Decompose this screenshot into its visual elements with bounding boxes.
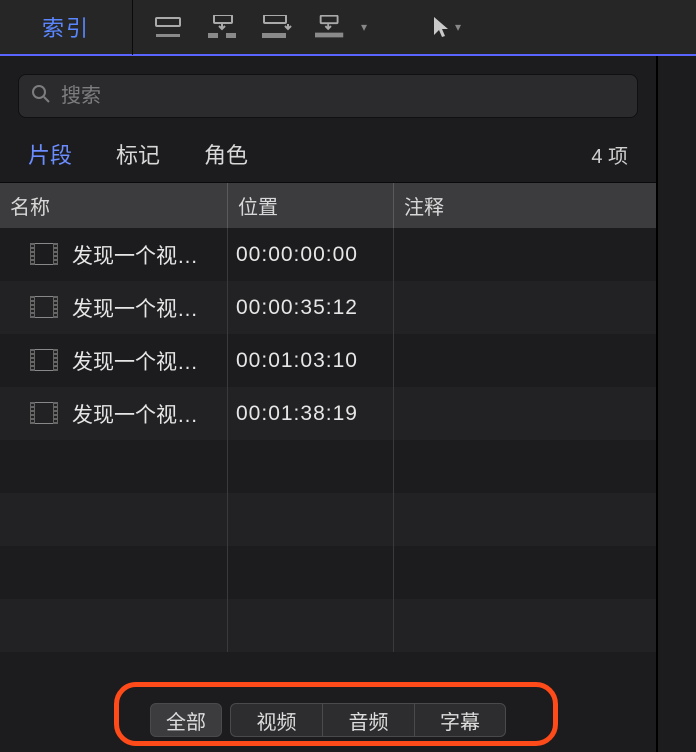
table-row[interactable]: 发现一个视… 00:01:03:10 [0, 334, 656, 387]
table-row-empty [0, 599, 656, 652]
insert-clip-icon[interactable] [207, 12, 239, 42]
tab-markers[interactable]: 标记 [116, 138, 160, 170]
chevron-down-icon[interactable]: ▾ [361, 20, 367, 34]
filter-segment: 全部 视频 音频 字幕 [150, 703, 506, 737]
index-button[interactable]: 索引 [0, 11, 132, 43]
clip-icon [30, 243, 58, 267]
clip-position: 00:00:00:00 [236, 243, 358, 267]
clip-position: 00:01:38:19 [236, 402, 358, 426]
tab-clips[interactable]: 片段 [28, 138, 72, 170]
clip-icon [30, 296, 58, 320]
table-row-empty [0, 440, 656, 493]
filter-audio-button[interactable]: 音频 [322, 703, 414, 737]
tab-row: 片段 标记 角色 4 项 [0, 126, 656, 182]
filter-all-button[interactable]: 全部 [150, 703, 222, 737]
filter-subtitle-button[interactable]: 字幕 [414, 703, 506, 737]
toolbar-icon-group: ▾ ▾ [133, 12, 461, 42]
footer: 全部 视频 音频 字幕 [0, 688, 656, 752]
connect-clip-icon[interactable] [153, 12, 185, 42]
top-toolbar: 索引 ▾ ▾ [0, 0, 696, 56]
overwrite-clip-icon[interactable] [315, 12, 347, 42]
clip-position: 00:01:03:10 [236, 349, 358, 373]
clip-name: 发现一个视… [72, 293, 198, 323]
append-clip-icon[interactable] [261, 12, 293, 42]
search-icon [31, 84, 51, 109]
clip-name: 发现一个视… [72, 346, 198, 376]
search-input[interactable] [61, 85, 625, 108]
search-field[interactable] [18, 74, 638, 118]
col-header-position[interactable]: 位置 [228, 183, 394, 228]
chevron-down-icon[interactable]: ▾ [455, 20, 461, 34]
clip-position: 00:00:35:12 [236, 296, 358, 320]
clip-name: 发现一个视… [72, 399, 198, 429]
clip-icon [30, 349, 58, 373]
item-count: 4 项 [591, 140, 628, 169]
table-body: 发现一个视… 00:00:00:00 发现一个视… 00:00:35:12 发现… [0, 228, 656, 688]
table-row[interactable]: 发现一个视… 00:01:38:19 [0, 387, 656, 440]
col-header-notes[interactable]: 注释 [394, 183, 656, 228]
table-row-empty [0, 546, 656, 599]
tab-roles[interactable]: 角色 [204, 138, 248, 170]
table-header: 名称 位置 注释 [0, 182, 656, 228]
table-row[interactable]: 发现一个视… 00:00:35:12 [0, 281, 656, 334]
clip-icon [30, 402, 58, 426]
index-panel: 片段 标记 角色 4 项 名称 位置 注释 发现一个视… 00:00:00:00… [0, 56, 658, 752]
col-header-name[interactable]: 名称 [0, 183, 228, 228]
filter-video-button[interactable]: 视频 [230, 703, 322, 737]
clip-name: 发现一个视… [72, 240, 198, 270]
table-row-empty [0, 493, 656, 546]
select-tool-icon[interactable] [425, 12, 457, 42]
table-row[interactable]: 发现一个视… 00:00:00:00 [0, 228, 656, 281]
